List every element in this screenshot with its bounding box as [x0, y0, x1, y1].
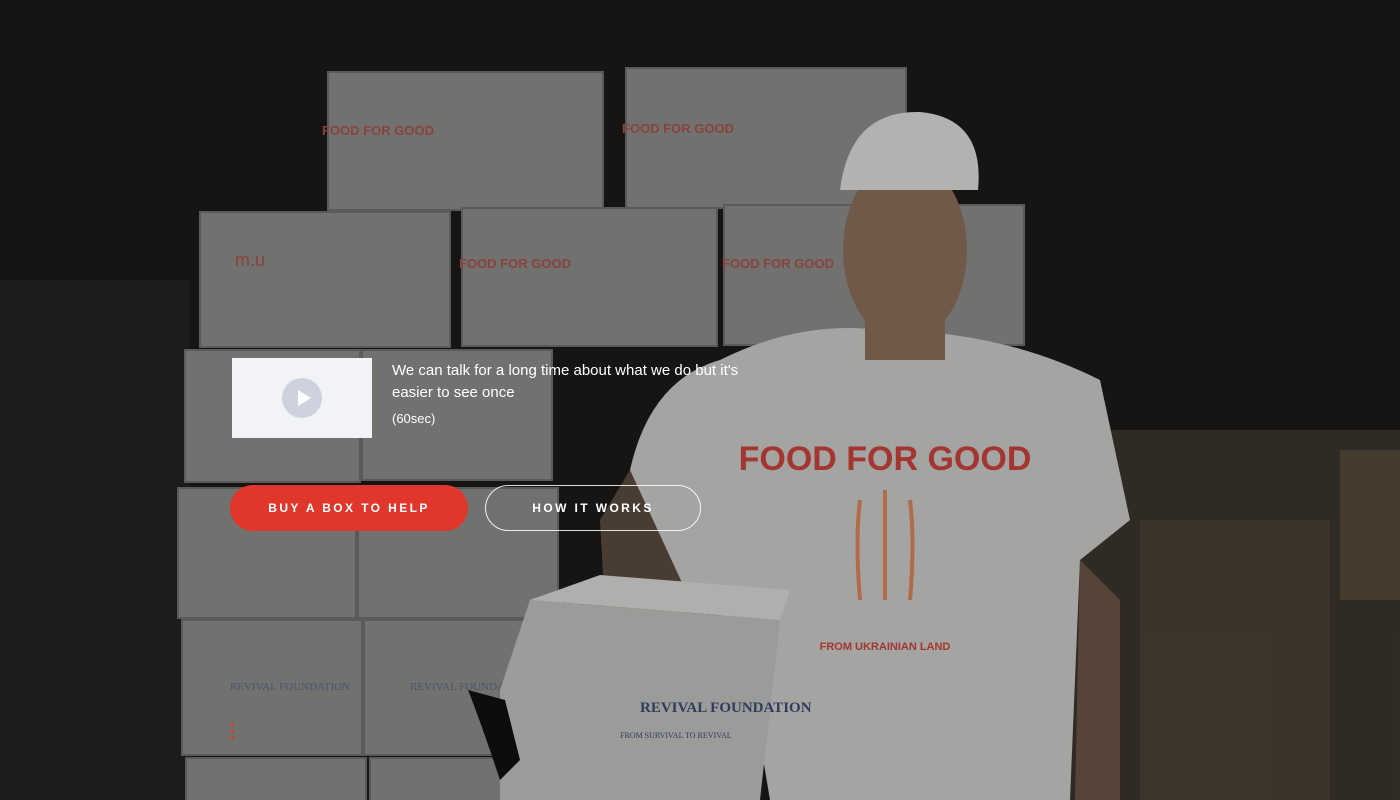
buy-box-button[interactable]: BUY A BOX TO HELP [230, 485, 468, 531]
slide-dot[interactable] [231, 730, 234, 733]
slide-dot[interactable] [231, 724, 234, 727]
video-duration: (60sec) [392, 411, 436, 426]
how-it-works-button[interactable]: HOW IT WORKS [485, 485, 701, 531]
slide-dot[interactable] [231, 736, 234, 739]
buy-box-button-label: BUY A BOX TO HELP [268, 501, 430, 515]
play-icon [298, 390, 311, 406]
play-button[interactable] [282, 378, 322, 418]
video-caption: We can talk for a long time about what w… [392, 362, 739, 401]
slide-indicator[interactable] [231, 724, 235, 740]
video-description: We can talk for a long time about what w… [392, 360, 742, 428]
video-thumbnail[interactable] [232, 358, 372, 438]
how-it-works-button-label: HOW IT WORKS [532, 501, 654, 515]
